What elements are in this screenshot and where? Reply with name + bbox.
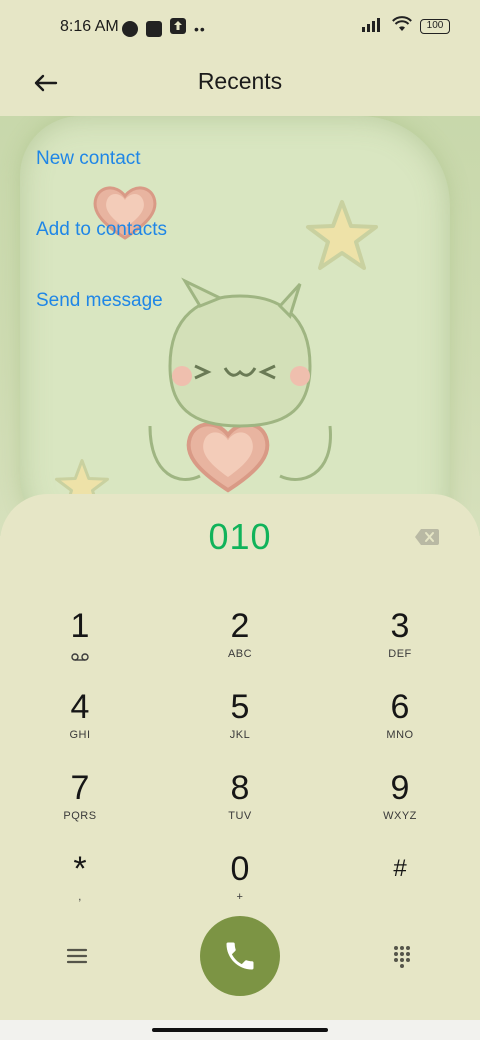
dialpad-icon <box>394 946 410 968</box>
app-square-icon <box>146 20 162 37</box>
system-status-icons: 100 <box>362 16 450 37</box>
key-digit: # <box>393 855 407 882</box>
key-letters: WXYZ <box>383 810 417 822</box>
key-letters: ABC <box>227 648 253 660</box>
dialer-panel: 010 1 2 ABC 3 DEF 4 GHI 5 JKL 6 MNO 7 PQ… <box>0 494 480 1040</box>
key-letters: PQRS <box>63 810 97 822</box>
status-bar: 8:16 AM •• 100 <box>0 0 480 56</box>
character-illustration <box>148 277 332 481</box>
key-letters: MNO <box>386 729 414 741</box>
new-contact-link[interactable]: New contact <box>36 148 141 170</box>
notification-icons: •• <box>122 18 206 39</box>
key-letters: JKL <box>229 729 251 741</box>
dialed-number[interactable]: 010 <box>0 516 480 558</box>
key-letters: GHI <box>69 729 91 741</box>
key-letters: DEF <box>388 648 412 660</box>
key-letters: TUV <box>228 810 252 822</box>
key-digit: 0 <box>230 850 250 888</box>
app-notification-icon <box>122 20 138 37</box>
key-digit: * <box>73 850 87 888</box>
battery-icon: 100 <box>420 19 450 34</box>
key-letters: , <box>78 891 82 903</box>
key-digit: 4 <box>70 688 90 726</box>
phone-icon <box>226 942 254 970</box>
menu-button[interactable] <box>66 946 88 971</box>
key-digit: 8 <box>230 769 250 807</box>
key-4[interactable]: 4 GHI <box>20 689 140 759</box>
home-indicator[interactable] <box>152 1028 328 1032</box>
key-9[interactable]: 9 WXYZ <box>340 770 460 840</box>
key-digit: 2 <box>230 607 250 645</box>
key-digit: 5 <box>230 688 250 726</box>
more-notifications-icon: •• <box>194 20 206 37</box>
add-to-contacts-link[interactable]: Add to contacts <box>36 219 167 241</box>
key-hash[interactable]: # <box>340 851 460 921</box>
keypad-toggle-button[interactable] <box>392 944 412 973</box>
key-digit: 3 <box>390 607 410 645</box>
page-title: Recents <box>197 68 283 94</box>
app-header: Recents <box>0 56 480 116</box>
call-button[interactable] <box>200 916 280 996</box>
backspace-button[interactable] <box>414 528 440 546</box>
send-message-link[interactable]: Send message <box>36 290 163 312</box>
key-5[interactable]: 5 JKL <box>180 689 300 759</box>
key-letters: + <box>236 891 244 903</box>
upload-icon <box>170 18 186 39</box>
key-7[interactable]: 7 PQRS <box>20 770 140 840</box>
wallpaper: New contact Add to contacts Send message <box>0 116 480 536</box>
key-6[interactable]: 6 MNO <box>340 689 460 759</box>
key-1[interactable]: 1 <box>20 608 140 678</box>
voicemail-icon <box>20 648 140 666</box>
key-digit: 6 <box>390 688 410 726</box>
key-8[interactable]: 8 TUV <box>180 770 300 840</box>
star-decoration-icon <box>306 200 378 270</box>
key-digit: 7 <box>70 769 90 807</box>
key-3[interactable]: 3 DEF <box>340 608 460 678</box>
key-digit: 9 <box>390 769 410 807</box>
status-time: 8:16 AM <box>60 18 119 35</box>
menu-icon <box>66 948 88 964</box>
key-0[interactable]: 0 + <box>180 851 300 921</box>
key-digit: 1 <box>70 607 90 645</box>
backspace-icon <box>415 529 439 545</box>
key-star[interactable]: * , <box>20 851 140 921</box>
wifi-icon <box>392 16 412 37</box>
key-2[interactable]: 2 ABC <box>180 608 300 678</box>
signal-icon <box>362 16 384 37</box>
